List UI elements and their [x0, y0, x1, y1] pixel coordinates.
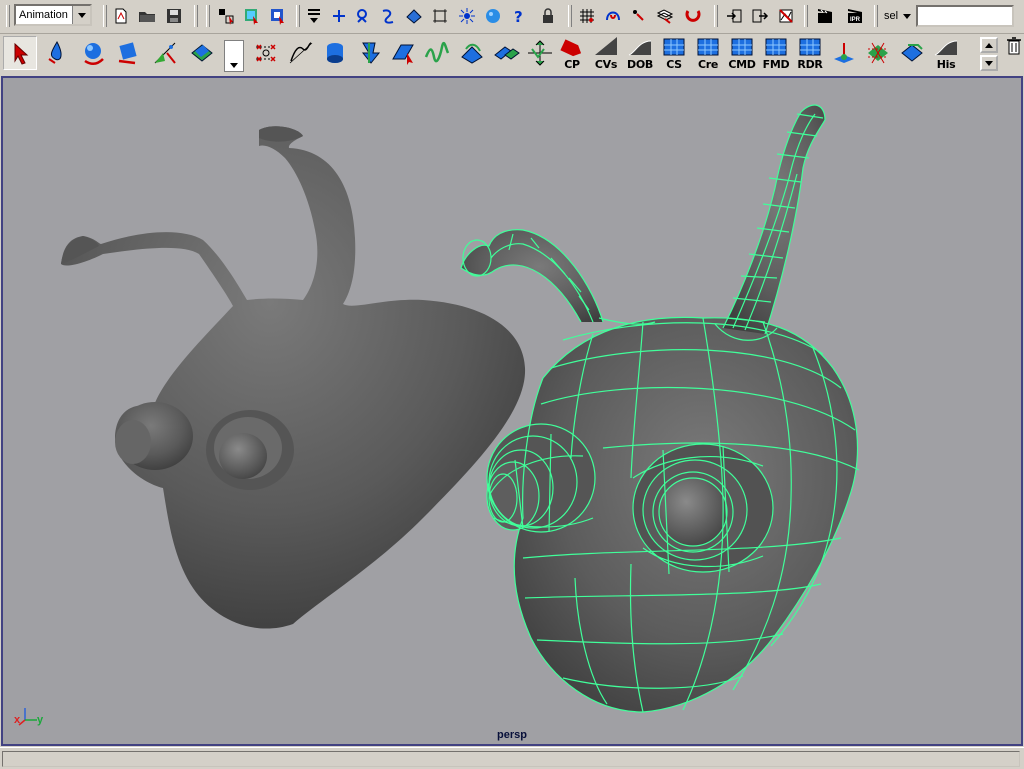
extrude-icon[interactable] [420, 36, 454, 70]
ipr-render-icon[interactable]: IPR [845, 6, 865, 26]
shelf-button-label: FMD [762, 58, 790, 71]
perspective-viewport[interactable]: x y persp [1, 76, 1023, 746]
shelf: CP CVs DOB CS Cre CMD FMD RDR His [0, 34, 1024, 74]
cv-curve-tool-icon[interactable] [249, 36, 283, 70]
snap-view-plane-icon[interactable] [655, 6, 675, 26]
menu-set-value: Animation [19, 9, 68, 21]
select-hierarchy-icon[interactable] [216, 6, 236, 26]
quick-selection-label: sel [884, 10, 899, 22]
select-by-dynamics-icon[interactable] [457, 6, 477, 26]
input-connections-icon[interactable] [724, 6, 744, 26]
shelf-button-rdr[interactable]: RDR [793, 35, 827, 71]
shelf-scroll-down-button[interactable] [980, 55, 998, 71]
scene-render[interactable] [3, 78, 1021, 744]
axis-y-label: y [37, 714, 44, 726]
shelf-button-transform-icon[interactable] [827, 36, 861, 70]
new-scene-icon[interactable] [111, 6, 131, 26]
shelf-button-cre[interactable]: Cre [691, 35, 725, 71]
select-by-surface-icon[interactable] [404, 6, 424, 26]
toolbar-grip[interactable] [103, 5, 107, 27]
toolbar-grip[interactable] [6, 5, 10, 27]
ep-curve-tool-icon[interactable] [284, 36, 318, 70]
mask-menu-icon[interactable] [304, 6, 324, 26]
snap-point-icon[interactable] [629, 6, 649, 26]
lasso-tool-icon[interactable] [40, 36, 74, 70]
select-by-deformation-icon[interactable] [430, 6, 450, 26]
birail-icon[interactable] [455, 36, 489, 70]
select-by-handle-icon[interactable] [352, 6, 372, 26]
shelf-button-label: DOB [627, 58, 653, 71]
manipulator-icon[interactable] [185, 36, 219, 70]
scale-tool-icon[interactable] [148, 36, 182, 70]
shelf-button-his[interactable]: His [929, 35, 963, 71]
shelf-button-label: CMD [728, 58, 756, 71]
help-line-field [2, 751, 1020, 767]
toolbar-grip[interactable] [296, 5, 300, 27]
toolbar-grip[interactable] [714, 5, 718, 27]
shelf-button-cmd[interactable]: CMD [725, 35, 759, 71]
select-object-icon[interactable] [242, 6, 262, 26]
output-connections-icon[interactable] [750, 6, 770, 26]
move-tool-icon[interactable] [76, 36, 110, 70]
camera-name-label: persp [497, 729, 527, 741]
select-by-curve-icon[interactable] [378, 6, 398, 26]
select-by-rendering-icon[interactable] [483, 6, 503, 26]
toolbar-grip[interactable] [874, 5, 878, 27]
axis-x-label: x [14, 714, 21, 726]
shelf-button-cvs[interactable]: CVs [589, 35, 623, 71]
snap-curve-icon[interactable] [603, 6, 623, 26]
toolbar-grip[interactable] [568, 5, 572, 27]
status-line: Animation ? IPR sel [0, 0, 1024, 34]
select-component-icon[interactable] [268, 6, 288, 26]
surface-fillet-icon[interactable] [489, 36, 523, 70]
help-icon[interactable]: ? [509, 6, 529, 26]
loft-icon[interactable] [352, 36, 386, 70]
shelf-tab-menu[interactable] [224, 40, 244, 72]
help-line [0, 747, 1024, 769]
chevron-down-icon[interactable] [903, 14, 911, 19]
shelf-button-lattice-icon[interactable] [861, 36, 895, 70]
select-tool-icon[interactable] [3, 36, 37, 70]
toolbar-grip[interactable] [194, 5, 198, 27]
shelf-button-cs[interactable]: CS [657, 35, 691, 71]
menu-set-dropdown[interactable]: Animation [14, 4, 92, 26]
shelf-button-label: CP [564, 58, 580, 71]
plus-icon[interactable] [329, 6, 349, 26]
shelf-button-dob[interactable]: DOB [623, 35, 657, 71]
svg-text:IPR: IPR [850, 17, 861, 23]
snap-grid-icon[interactable] [577, 6, 597, 26]
revolve-icon[interactable] [318, 36, 352, 70]
shaded-model[interactable] [61, 126, 526, 629]
trash-icon[interactable] [1006, 37, 1022, 55]
shelf-button-label: RDR [797, 58, 823, 71]
shelf-button-label: CS [666, 58, 682, 71]
shelf-button-label: His [936, 58, 956, 71]
construction-history-icon[interactable] [776, 6, 796, 26]
chevron-down-icon[interactable] [72, 6, 90, 24]
shelf-button-stitch-icon[interactable] [895, 36, 929, 70]
save-icon[interactable] [164, 6, 184, 26]
wireframe-model[interactable] [460, 104, 860, 713]
shelf-scroll-up-button[interactable] [980, 37, 998, 53]
quick-selection-field[interactable] [916, 5, 1014, 27]
toolbar-grip[interactable] [804, 5, 808, 27]
planar-icon[interactable] [386, 36, 420, 70]
svg-text:?: ? [514, 8, 523, 25]
shelf-button-cp[interactable]: CP [555, 35, 589, 71]
open-file-icon[interactable] [137, 6, 157, 26]
rotate-tool-icon[interactable] [112, 36, 146, 70]
render-icon[interactable] [815, 6, 835, 26]
lock-selection-icon[interactable] [538, 6, 558, 26]
snap-align-icon[interactable] [523, 36, 557, 70]
shelf-button-fmd[interactable]: FMD [759, 35, 793, 71]
make-live-icon[interactable] [683, 6, 703, 26]
shelf-button-label: CVs [594, 58, 618, 71]
toolbar-grip[interactable] [206, 5, 210, 27]
shelf-button-label: Cre [697, 58, 719, 71]
